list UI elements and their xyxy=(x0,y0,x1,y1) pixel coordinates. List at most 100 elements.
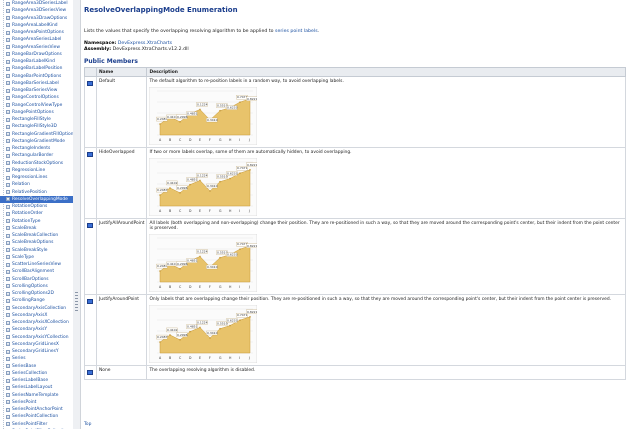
point-label: 0.4102 xyxy=(167,328,178,332)
tree-item[interactable]: RangeBarLabelKind xyxy=(0,58,73,65)
tree-item[interactable]: ScrollBarOptions xyxy=(0,276,73,283)
tree-item-label: RangeBarSeriesView xyxy=(12,88,58,93)
x-tick-label: J xyxy=(248,356,250,360)
tree-item-label: SeriesBase xyxy=(12,363,37,369)
tree-item[interactable]: ScaleType xyxy=(0,254,73,261)
tree-item[interactable]: SeriesNameTemplate xyxy=(0,392,73,399)
tree-item[interactable]: RectangleGradientFillOptions xyxy=(0,131,73,138)
topic-summary: Lists the values that specify the overla… xyxy=(84,29,319,34)
tree-item[interactable]: ScaleBreak xyxy=(0,225,73,232)
tree-item[interactable]: SecondaryAxisCollection xyxy=(0,305,73,312)
tree-item[interactable]: RectangleFillStyle xyxy=(0,116,73,123)
tree-item[interactable]: Relation xyxy=(0,181,73,188)
tree-item[interactable]: SecondaryAxisX xyxy=(0,312,73,319)
enum-field-icon xyxy=(87,81,93,86)
tree-item-label: RangeArea3DSeriesView xyxy=(12,8,67,14)
tree-item[interactable]: ScaleBreakOptions xyxy=(0,239,73,246)
series-point-labels-link[interactable]: series point labels xyxy=(275,29,318,34)
tree-item[interactable]: RangeBarDrawOptions xyxy=(0,51,73,58)
namespace-line: Namespace: DevExpress.XtraCharts xyxy=(84,41,172,46)
tree-item[interactable]: RangeArea3DSeriesLabel xyxy=(0,0,73,7)
point-label: 0.1224 xyxy=(197,249,208,253)
point-label: 0.4102 xyxy=(167,115,178,119)
tree-item[interactable]: RangeBarLabelPosition xyxy=(0,65,73,72)
enum-field-icon xyxy=(87,223,93,228)
tree-item[interactable]: RotationOrder xyxy=(0,210,73,217)
tree-item[interactable]: SeriesPointFilter xyxy=(0,421,73,428)
tree-item[interactable]: RangeControlOptions xyxy=(0,94,73,101)
data-point xyxy=(239,101,242,103)
tree-item-label: RectangularBorder xyxy=(12,153,54,159)
tree-item[interactable]: RotationType xyxy=(0,218,73,225)
point-label: 0.2487 xyxy=(157,335,168,339)
topic-page-icon xyxy=(6,132,10,137)
topic-page-icon xyxy=(6,168,10,173)
tree-item[interactable]: RectangularBorder xyxy=(0,152,73,159)
tree-item[interactable]: SeriesLabelLayout xyxy=(0,384,73,391)
namespace-link[interactable]: DevExpress.XtraCharts xyxy=(118,41,172,46)
x-tick-label: E xyxy=(199,138,201,142)
tree-item[interactable]: SecondaryAxisYCollection xyxy=(0,334,73,341)
tree-item[interactable]: ScrollingOptions2D xyxy=(0,290,73,297)
tree-item[interactable]: RectangleFillStyle3D xyxy=(0,123,73,130)
point-label: 0.5519 xyxy=(217,104,228,108)
tree-item[interactable]: SeriesPointCollection xyxy=(0,413,73,420)
topic-page-icon xyxy=(6,277,10,282)
member-name: JustifyAllAroundPoint xyxy=(95,218,148,295)
tree-item[interactable]: RectangleIndents xyxy=(0,145,73,152)
topic-page-icon xyxy=(6,197,10,202)
member-icon-cell xyxy=(84,218,97,295)
tree-item[interactable]: RangeAreaSeriesLabel xyxy=(0,36,73,43)
pane-splitter[interactable] xyxy=(73,0,81,429)
tree-item[interactable]: Series xyxy=(0,355,73,362)
topic-page-icon xyxy=(6,37,10,42)
tree-item[interactable]: SeriesCollection xyxy=(0,370,73,377)
tree-item[interactable]: ScrollingOptions xyxy=(0,283,73,290)
tree-item[interactable]: RangeAreaSeriesView xyxy=(0,44,73,51)
tree-item[interactable]: SeriesLabelBase xyxy=(0,377,73,384)
topic-page-icon xyxy=(6,422,10,427)
tree-item[interactable]: RangePointOptions xyxy=(0,109,73,116)
tree-item[interactable]: SeriesPointAnchorPoint xyxy=(0,406,73,413)
tree-item[interactable]: RangeBarPointOptions xyxy=(0,73,73,80)
tree-item[interactable]: RegressionLine xyxy=(0,167,73,174)
tree-item-label: RangeBarLabelKind xyxy=(12,59,55,64)
member-name: JustifyAroundPoint xyxy=(95,294,148,366)
tree-item[interactable]: ScaleBreakStyle xyxy=(0,247,73,254)
tree-item[interactable]: ScaleBreakCollection xyxy=(0,232,73,239)
tree-item[interactable]: SecondaryAxisXCollection xyxy=(0,319,73,326)
tree-item[interactable]: RelativePosition xyxy=(0,189,73,196)
tree-item[interactable]: RangeAreaLabelKind xyxy=(0,22,73,29)
splitter-grip-icon[interactable] xyxy=(75,292,78,312)
tree-item[interactable]: ScrollBarAlignment xyxy=(0,268,73,275)
tree-item[interactable]: RangeArea3DrawOptions xyxy=(0,15,73,22)
data-point xyxy=(159,341,162,343)
topic-page-icon xyxy=(6,393,10,398)
tree-item-label: RegressionLine xyxy=(12,167,46,173)
top-link[interactable]: Top xyxy=(84,422,91,427)
tree-item[interactable]: SecondaryAxisY xyxy=(0,326,73,333)
tree-item[interactable]: RangeAreaPointOptions xyxy=(0,29,73,36)
tree-item[interactable]: ResolveOverlappingMode xyxy=(0,195,73,203)
tree-item[interactable]: RangeBarSeriesView xyxy=(0,87,73,94)
tree-item[interactable]: SecondaryGridLinesY xyxy=(0,348,73,355)
tree-item[interactable]: ReductionStockOptions xyxy=(0,160,73,167)
tree-item-label: RectangleIndents xyxy=(12,146,51,151)
tree-item[interactable]: ScatterLineSeriesView xyxy=(0,261,73,268)
contents-tree[interactable]: RangeArea3DSeriesLabel RangeArea3DSeriesV… xyxy=(0,0,74,429)
topic-page-icon xyxy=(6,30,10,35)
tree-item[interactable]: ScrollingRange xyxy=(0,297,73,304)
tree-item[interactable]: SecondaryGridLinesX xyxy=(0,341,73,348)
tree-item[interactable]: RectangleGradientMode xyxy=(0,138,73,145)
tree-item[interactable]: RotationOptions xyxy=(0,203,73,210)
tree-item-label: ScrollBarOptions xyxy=(12,276,49,282)
tree-item[interactable]: RegressionLines xyxy=(0,174,73,181)
tree-item[interactable]: RangeBarSeriesLabel xyxy=(0,80,73,87)
table-row: None The overlapping resolving algorithm … xyxy=(84,365,626,380)
tree-item[interactable]: RangeControlViewType xyxy=(0,102,73,109)
tree-item[interactable]: RangeArea3DSeriesView xyxy=(0,7,73,14)
tree-item[interactable]: SeriesPoint xyxy=(0,399,73,406)
data-point xyxy=(219,256,222,259)
point-label: 0.1224 xyxy=(197,173,208,177)
tree-item[interactable]: SeriesBase xyxy=(0,363,73,370)
